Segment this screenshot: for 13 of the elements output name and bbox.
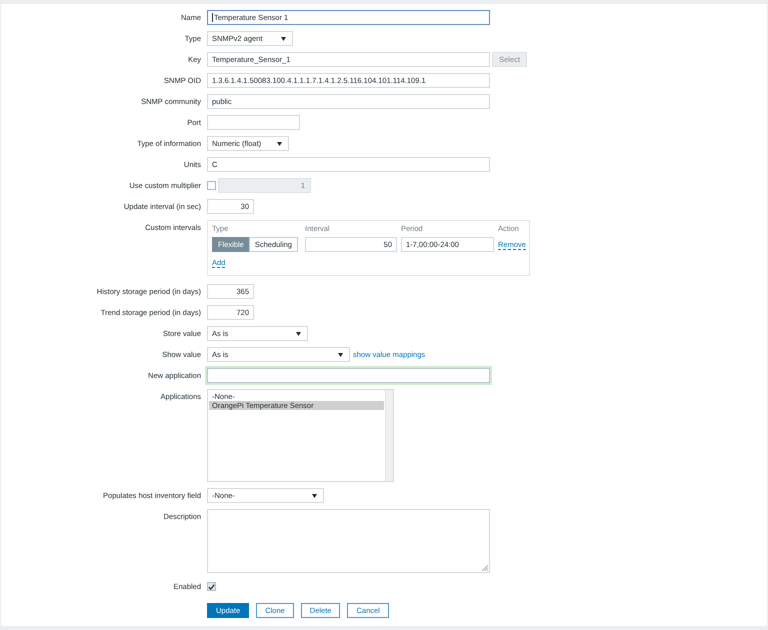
text-cursor-icon [212, 13, 213, 22]
caret-icon [296, 332, 301, 336]
caret-icon [312, 494, 317, 498]
caret-icon [338, 352, 343, 356]
scrollbar[interactable] [385, 390, 393, 481]
checkbox[interactable] [207, 582, 216, 591]
resize-grip-icon[interactable] [482, 565, 488, 571]
description-textarea[interactable] [207, 509, 490, 573]
text-field[interactable] [205, 366, 492, 385]
text-field[interactable] [207, 115, 300, 130]
caret-icon [277, 142, 282, 146]
caret-icon [281, 36, 286, 40]
check-icon [208, 584, 215, 590]
